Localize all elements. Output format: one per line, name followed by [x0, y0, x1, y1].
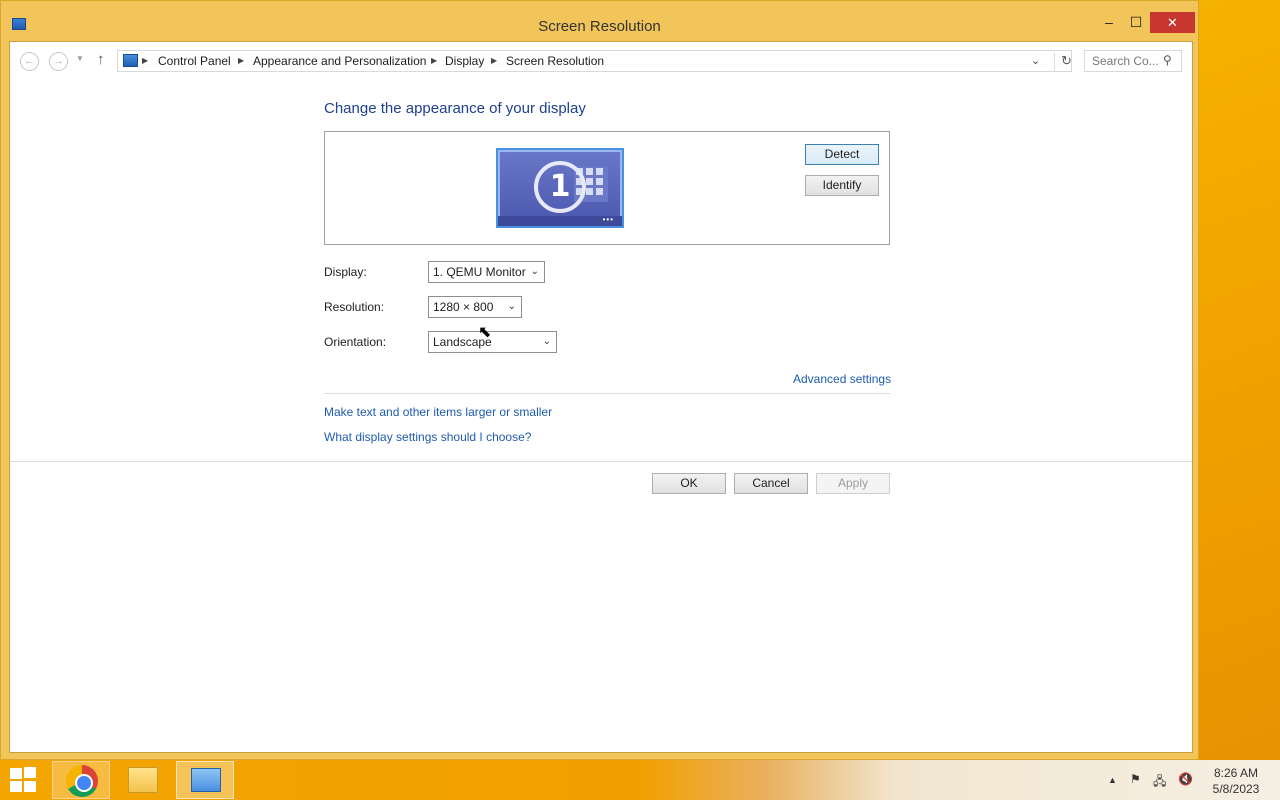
orientation-label: Orientation:	[324, 335, 387, 349]
detect-button[interactable]: Detect	[805, 144, 879, 165]
breadcrumb-separator-icon[interactable]: ▶	[491, 56, 497, 65]
clock-time: 8:26 AM	[1213, 766, 1259, 780]
display-select-value: 1. QEMU Monitor	[433, 265, 526, 279]
clock-date: 5/8/2023	[1212, 782, 1260, 796]
search-icon[interactable]: ⚲	[1163, 53, 1172, 67]
maximize-button[interactable]: ☐	[1124, 12, 1148, 33]
apply-button[interactable]: Apply	[816, 473, 890, 494]
window-client-area: ← → ▼ ↑ ▶ Control Panel ▶ Appearance and…	[9, 41, 1193, 753]
search-input[interactable]: Search Co... ⚲	[1084, 50, 1182, 72]
page-title: Change the appearance of your display	[324, 100, 586, 117]
minimize-button[interactable]: –	[1097, 12, 1121, 33]
show-hidden-icons-icon[interactable]: ▲	[1108, 775, 1117, 785]
mouse-cursor-icon: ⬉	[478, 324, 492, 341]
taskbar-file-explorer[interactable]	[114, 761, 172, 799]
divider	[324, 393, 890, 394]
address-bar[interactable]: ▶ Control Panel ▶ Appearance and Persona…	[117, 50, 1072, 72]
window-title: Screen Resolution	[538, 18, 661, 35]
system-clock[interactable]: 8:26 AM 5/8/2023	[1210, 765, 1262, 797]
breadcrumb-screen-resolution[interactable]: Screen Resolution	[506, 54, 604, 68]
breadcrumb-control-panel[interactable]: Control Panel	[158, 54, 231, 68]
orientation-select[interactable]: Landscape ⌄	[428, 331, 557, 353]
text-size-link[interactable]: Make text and other items larger or smal…	[324, 405, 552, 419]
resolution-select-value: 1280 × 800	[433, 300, 494, 314]
breadcrumb-separator-icon[interactable]: ▶	[142, 56, 148, 65]
divider	[10, 461, 1192, 462]
display-select[interactable]: 1. QEMU Monitor ⌄	[428, 261, 545, 283]
identify-button[interactable]: Identify	[805, 175, 879, 196]
monitor-taskbar-graphic: •••	[498, 215, 622, 226]
title-bar[interactable]: Screen Resolution – ☐ ✕	[1, 1, 1198, 41]
monitor-preview-panel: 1 ••• Detect Identify	[324, 131, 890, 245]
back-arrow-icon[interactable]: ←	[20, 52, 39, 71]
control-panel-icon	[123, 54, 138, 67]
chrome-icon	[66, 765, 98, 797]
chevron-down-icon: ⌄	[542, 336, 551, 347]
cancel-button[interactable]: Cancel	[734, 473, 808, 494]
resolution-label: Resolution:	[324, 300, 385, 314]
close-button[interactable]: ✕	[1150, 12, 1195, 33]
monitor-1-icon[interactable]: 1 •••	[496, 148, 624, 228]
display-help-link[interactable]: What display settings should I choose?	[324, 430, 531, 444]
chevron-down-icon: ⌄	[507, 301, 516, 312]
up-arrow-icon[interactable]: ↑	[97, 51, 105, 68]
recent-locations-icon[interactable]: ▼	[76, 54, 84, 63]
display-label: Display:	[324, 265, 367, 279]
breadcrumb-separator-icon[interactable]: ▶	[431, 56, 437, 65]
monitor-dots: •••	[602, 215, 614, 224]
network-icon[interactable]: 🖧	[1153, 772, 1166, 793]
forward-arrow-icon[interactable]: →	[49, 52, 68, 71]
windows-start-icon[interactable]	[10, 767, 38, 793]
taskbar-control-panel[interactable]	[176, 761, 234, 799]
action-center-flag-icon[interactable]: ⚑	[1130, 772, 1141, 786]
taskbar-chrome[interactable]	[52, 761, 110, 799]
breadcrumb-appearance[interactable]: Appearance and Personalization	[253, 54, 426, 68]
ok-button[interactable]: OK	[652, 473, 726, 494]
refresh-icon[interactable]: ↻	[1054, 53, 1072, 71]
volume-muted-icon[interactable]: 🔇	[1178, 772, 1193, 786]
breadcrumb-separator-icon[interactable]: ▶	[238, 56, 244, 65]
search-placeholder: Search Co...	[1092, 54, 1159, 68]
monitor-number: 1	[534, 161, 586, 213]
control-panel-icon	[191, 768, 221, 792]
resolution-select[interactable]: 1280 × 800 ⌄	[428, 296, 522, 318]
desktop-background	[1196, 0, 1280, 760]
screen-resolution-window: Screen Resolution – ☐ ✕ ← → ▼ ↑ ▶ Contro…	[0, 0, 1199, 760]
folder-icon	[128, 767, 158, 793]
navigation-bar: ← → ▼ ↑ ▶ Control Panel ▶ Appearance and…	[10, 42, 1192, 80]
breadcrumb-display[interactable]: Display	[445, 54, 484, 68]
taskbar: ▲ ⚑ 🖧 🔇 8:26 AM 5/8/2023	[0, 760, 1280, 800]
chevron-down-icon[interactable]: ⌄	[1031, 54, 1040, 67]
advanced-settings-link[interactable]: Advanced settings	[793, 372, 891, 386]
chevron-down-icon: ⌄	[530, 266, 539, 277]
